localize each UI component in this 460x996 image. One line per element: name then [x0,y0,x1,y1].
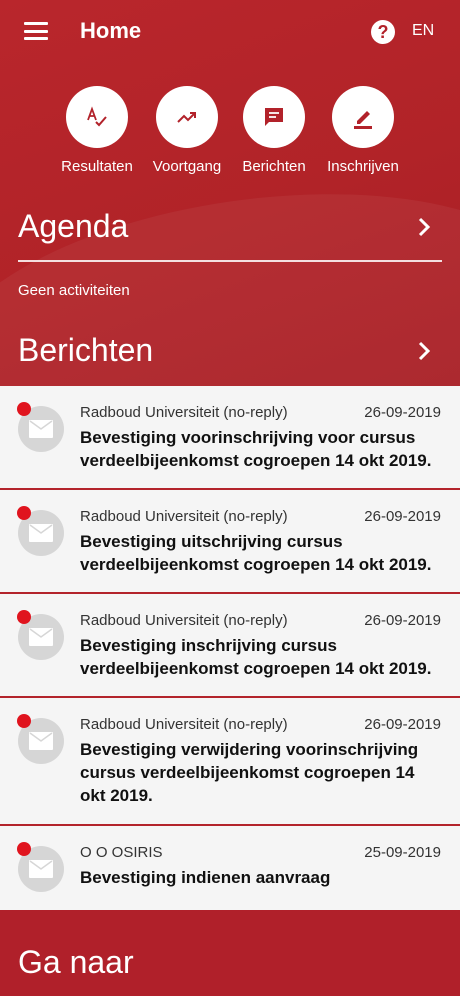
message-item[interactable]: Radboud Universiteit (no-reply) 26-09-20… [0,490,460,594]
unread-dot [17,506,31,520]
envelope-icon [29,524,53,542]
quick-action-resultaten[interactable]: Resultaten [52,86,142,175]
message-date: 26-09-2019 [364,612,441,629]
chevron-right-icon[interactable] [416,216,432,238]
quick-action-label: Resultaten [61,158,133,175]
quick-action-berichten[interactable]: Berichten [229,86,319,175]
message-list: Radboud Universiteit (no-reply) 26-09-20… [0,386,460,910]
app-bar: Home ? EN [0,0,460,64]
message-date: 26-09-2019 [364,716,441,733]
agenda-empty-text: Geen activiteiten [18,282,130,299]
unread-dot [17,610,31,624]
goto-title: Ga naar [18,944,134,980]
chevron-right-icon[interactable] [416,340,432,362]
message-date: 25-09-2019 [364,844,441,861]
envelope-icon [29,628,53,646]
quick-action-label: Voortgang [152,158,222,175]
message-sender: Radboud Universiteit (no-reply) [80,612,288,629]
message-date: 26-09-2019 [364,508,441,525]
message-subject: Bevestiging inschrijving cursus verdeelb… [80,636,432,678]
message-item[interactable]: Radboud Universiteit (no-reply) 26-09-20… [0,386,460,490]
spellcheck-icon [87,106,107,127]
edit-icon [354,111,372,129]
unread-dot [17,842,31,856]
agenda-title[interactable]: Agenda [18,208,128,245]
page-title: Home [80,18,142,43]
envelope-icon [29,860,53,878]
unread-dot [17,402,31,416]
agenda-divider [18,260,442,262]
message-item[interactable]: O O OSIRIS 25-09-2019 Bevestiging indien… [0,826,460,910]
message-sender: Radboud Universiteit (no-reply) [80,508,288,525]
message-date: 26-09-2019 [364,404,441,421]
message-sender: Radboud Universiteit (no-reply) [80,404,288,421]
message-sender: Radboud Universiteit (no-reply) [80,716,288,733]
message-subject: Bevestiging indienen aanvraag [80,868,331,887]
trending-up-icon [177,112,196,123]
message-subject: Bevestiging voorinschrijving voor cursus… [80,428,432,470]
message-icon [265,108,283,126]
message-sender: O O OSIRIS [80,844,163,861]
quick-action-label: Inschrijven [327,158,399,175]
message-item[interactable]: Radboud Universiteit (no-reply) 26-09-20… [0,594,460,698]
help-icon[interactable]: ? [371,20,395,44]
quick-action-label: Berichten [242,158,306,175]
language-switch[interactable]: EN [412,22,434,40]
messages-title[interactable]: Berichten [18,332,153,369]
message-subject: Bevestiging verwijdering voorinschrijvin… [80,740,419,805]
unread-dot [17,714,31,728]
quick-action-voortgang[interactable]: Voortgang [142,86,232,175]
quick-action-inschrijven[interactable]: Inschrijven [318,86,408,175]
message-item[interactable]: Radboud Universiteit (no-reply) 26-09-20… [0,698,460,826]
envelope-icon [29,420,53,438]
envelope-icon [29,732,53,750]
message-subject: Bevestiging uitschrijving cursus verdeel… [80,532,432,574]
hamburger-menu-icon[interactable] [24,22,48,40]
